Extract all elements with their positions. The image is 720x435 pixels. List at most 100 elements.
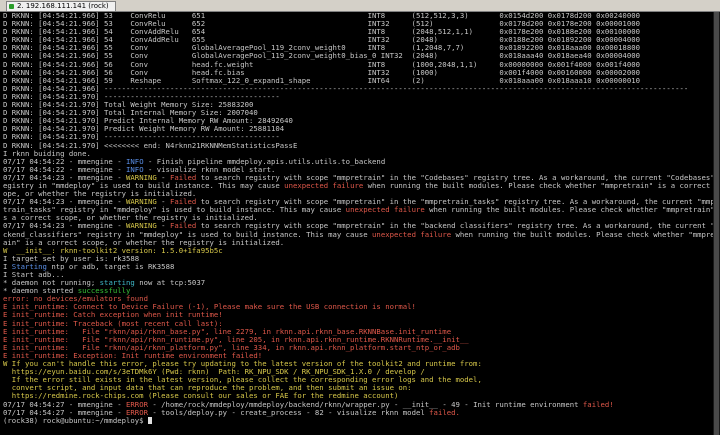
terminal-line: (rock38) rock@ubuntu:~/mmdeploy$ (3, 416, 713, 425)
terminal-text: when running the built modules. Please c… (451, 230, 714, 239)
terminal-text: D RKNN: [04:54:21.970] -----------------… (3, 92, 280, 101)
terminal-line: If the error still exists in the latest … (3, 376, 713, 384)
terminal-text: E init_runtime: File "rknn/api/rknn_plat… (3, 343, 460, 352)
terminal-text: 07/17 04:54:27 - mmengine - (3, 408, 127, 417)
terminal-line: D RKNN: [04:54:21.970] -----------------… (3, 133, 713, 141)
terminal-text: D RKNN: [04:54:21.970] -----------------… (3, 133, 280, 142)
terminal-text: s a correct scope, or whether the regist… (3, 214, 258, 223)
terminal-text: Starting (11, 262, 47, 271)
terminal-text: INFO (126, 165, 144, 174)
terminal-text: when running the built modules. Please c… (424, 206, 713, 215)
terminal-scrollbar[interactable] (713, 12, 720, 435)
terminal-line: D RKNN: [04:54:21.970] Predict Weight Me… (3, 125, 713, 133)
terminal-line: D RKNN: [04:54:21.970] Total Internal Me… (3, 109, 713, 117)
terminal-text: D RKNN: [04:54:21.966] 54 ConvAddRelu 65… (3, 28, 640, 37)
terminal-line: D RKNN: [04:54:21.970] <<<<<<<< end: N4r… (3, 142, 713, 150)
terminal-text: If the error still exists in the latest … (3, 376, 482, 385)
terminal-text: E init_runtime: Catch exception when ini… (3, 311, 223, 320)
terminal-text: D RKNN: [04:54:21.970] Predict Internal … (3, 117, 293, 126)
terminal-line: I Starting ntp or adb, target is RK3588 (3, 263, 713, 271)
terminal-text: Failed (169, 198, 197, 207)
terminal-text: https://eyun.baidu.com/s/3eTDMk6Y (Pwd: … (3, 368, 425, 377)
terminal-text: https://redmine.rock-chips.com (Please c… (3, 392, 399, 401)
terminal-text: error: no devices/emulators found (3, 295, 148, 304)
terminal-line: 07/17 04:54:27 - mmengine - ERROR - /hom… (3, 401, 713, 409)
terminal-line: ope, or whether the registry is initiali… (3, 190, 713, 198)
terminal-line: 07/17 04:54:22 - mmengine - INFO - visua… (3, 166, 713, 174)
terminal-text: D RKNN: [04:54:21.966] 59 Reshape Softma… (3, 76, 640, 85)
terminal-line: E init_runtime: File "rknn/api/rknn_base… (3, 328, 713, 336)
terminal-line: D RKNN: [04:54:21.970] Predict Internal … (3, 117, 713, 125)
terminal-text: - (156, 198, 170, 207)
terminal-line: I Start adb... (3, 271, 713, 279)
terminal-text: to search registry with scope "mmpretrai… (196, 222, 713, 231)
terminal-text: when running the built modules. Please c… (363, 181, 713, 190)
terminal-text: I target set by user is: rk3588 (3, 254, 140, 263)
terminal-text: egistry in "mmdeploy" is used to build i… (3, 181, 285, 190)
terminal-text: I (3, 262, 12, 271)
terminal-text: * daemon started (3, 287, 78, 296)
terminal-text: E init_runtime: Connect to Device Failur… (3, 303, 416, 312)
terminal-text: - tools/deploy.py - create_process - 82 … (147, 408, 430, 417)
terminal-text: D RKNN: [04:54:21.966] 56 Conv head.fc.b… (3, 68, 640, 77)
terminal-line: E init_runtime: Connect to Device Failur… (3, 303, 713, 311)
terminal-output[interactable]: D RKNN: [04:54:21.966] 53 ConvRelu 651 I… (0, 12, 713, 435)
terminal-line: 07/17 04:54:23 - mmengine - WARNING - Fa… (3, 198, 713, 206)
terminal-line: E init_runtime: File "rknn/api/rknn_plat… (3, 344, 713, 352)
terminal-line: D RKNN: [04:54:21.966] 55 Conv GlobalAve… (3, 52, 713, 60)
terminal-text: D RKNN: [04:54:21.966] 56 Conv head.fc.w… (3, 60, 640, 69)
terminal-text: Failed (169, 222, 197, 231)
terminal-text: W If you can't handle this error, please… (3, 360, 482, 369)
terminal-text: unexpected failure (284, 181, 364, 190)
terminal-text: now at tcp:5037 (134, 279, 206, 288)
terminal-text: (rock38) rock@ubuntu:~/mmdeploy$ (3, 416, 148, 425)
terminal-text: ERROR (126, 408, 148, 417)
terminal-line: D RKNN: [04:54:21.970] Total Weight Memo… (3, 101, 713, 109)
terminal-line: error: no devices/emulators found (3, 295, 713, 303)
terminal-text: D RKNN: [04:54:21.970] Total Internal Me… (3, 109, 258, 118)
terminal-text: E init_runtime: Traceback (most recent c… (3, 319, 223, 328)
terminal-text: 07/17 04:54:23 - mmengine - (3, 173, 127, 182)
terminal-line: train_tasks" registry in "mmdeploy" is u… (3, 206, 713, 214)
terminal-line: W __init__: rknn-toolkit2 version: 1.5.0… (3, 247, 713, 255)
terminal-text: - (156, 173, 170, 182)
terminal-text: 07/17 04:54:22 - mmengine - (3, 157, 127, 166)
terminal-text: successfully (77, 287, 131, 296)
terminal-text: D RKNN: [04:54:21.966] 54 ConvAddRelu 65… (3, 36, 640, 45)
terminal-text: W __init__: rknn-toolkit2 version: 1.5.0… (3, 246, 223, 255)
terminal-line: https://redmine.rock-chips.com (Please c… (3, 392, 713, 400)
terminal-text: unexpected failure (372, 230, 452, 239)
terminal-text: 07/17 04:54:27 - mmengine - (3, 400, 127, 409)
terminal-text: 07/17 04:54:23 - mmengine - (3, 198, 127, 207)
terminal-line: I rknn buiding done. (3, 150, 713, 158)
terminal-line: W If you can't handle this error, please… (3, 360, 713, 368)
terminal-line: ain" is a correct scope, or whether the … (3, 239, 713, 247)
terminal-text: E init_runtime: Exception: Init runtime … (3, 351, 263, 360)
terminal-text: D RKNN: [04:54:21.966] 55 Conv GlobalAve… (3, 44, 640, 53)
tab-bar: 2. 192.168.111.141 (rock) (0, 0, 720, 12)
cursor-icon (147, 416, 152, 424)
terminal-text: to search registry with scope "mmpretrai… (196, 173, 713, 182)
terminal-text: - (156, 222, 170, 231)
terminal-line: D RKNN: [04:54:21.966] -----------------… (3, 85, 713, 93)
session-tab[interactable]: 2. 192.168.111.141 (rock) (6, 1, 116, 11)
session-tab-label: 2. 192.168.111.141 (rock) (17, 2, 109, 10)
terminal-line: D RKNN: [04:54:21.970] -----------------… (3, 93, 713, 101)
terminal-line: * daemon started successfully (3, 287, 713, 295)
terminal-line: E init_runtime: Catch exception when ini… (3, 311, 713, 319)
terminal-line: E init_runtime: Exception: Init runtime … (3, 352, 713, 360)
scrollbar-thumb[interactable] (714, 12, 719, 435)
terminal-text: to search registry with scope "mmpretrai… (196, 198, 713, 207)
terminal-text: D RKNN: [04:54:21.966] -----------------… (3, 84, 689, 93)
terminal-text: E init_runtime: File "rknn/api/rknn_runt… (3, 335, 469, 344)
terminal-line: * daemon not running; starting now at tc… (3, 279, 713, 287)
terminal-text: WARNING (126, 198, 157, 207)
session-status-icon (9, 4, 14, 9)
terminal-line: 07/17 04:54:27 - mmengine - ERROR - tool… (3, 409, 713, 417)
terminal-text: ERROR (126, 400, 148, 409)
terminal-line: D RKNN: [04:54:21.966] 56 Conv head.fc.w… (3, 61, 713, 69)
terminal-text: failed! (582, 400, 614, 409)
terminal-text: * daemon not running; (3, 279, 100, 288)
terminal-line: ckend_classifiers" registry in "mmdeploy… (3, 231, 713, 239)
terminal-text: convert script, and input data that can … (3, 384, 412, 393)
